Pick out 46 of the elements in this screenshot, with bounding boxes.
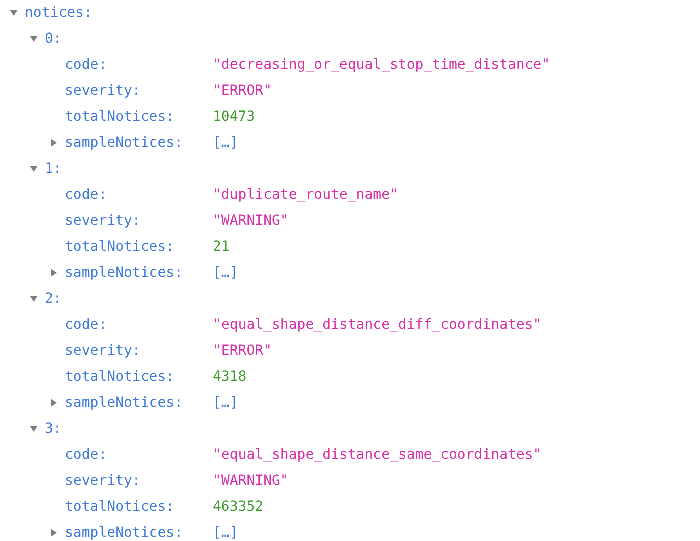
- json-key: totalNotices:: [65, 239, 213, 255]
- json-value: "decreasing_or_equal_stop_time_distance": [213, 57, 550, 73]
- disclosure-icon[interactable]: [29, 424, 39, 434]
- json-key: 3:: [45, 421, 62, 437]
- json-key: 2:: [45, 291, 62, 307]
- json-key: totalNotices:: [65, 369, 213, 385]
- json-value: "WARNING": [213, 213, 289, 229]
- json-value: […]: [213, 525, 238, 541]
- disclosure-icon[interactable]: [29, 34, 39, 44]
- json-key: severity:: [65, 343, 213, 359]
- json-key: sampleNotices:: [65, 395, 213, 411]
- json-value: […]: [213, 395, 238, 411]
- disclosure-icon[interactable]: [29, 164, 39, 174]
- json-value: "equal_shape_distance_diff_coordinates": [213, 317, 542, 333]
- json-value: "ERROR": [213, 343, 272, 359]
- json-key: totalNotices:: [65, 109, 213, 125]
- disclosure-icon[interactable]: [9, 8, 19, 18]
- json-value: "ERROR": [213, 83, 272, 99]
- json-value: "WARNING": [213, 473, 289, 489]
- json-key: sampleNotices:: [65, 265, 213, 281]
- json-value: 4318: [213, 369, 247, 385]
- disclosure-icon[interactable]: [49, 528, 59, 538]
- json-key: code:: [65, 317, 213, 333]
- json-value: "equal_shape_distance_same_coordinates": [213, 447, 542, 463]
- disclosure-icon[interactable]: [29, 294, 39, 304]
- json-key: sampleNotices:: [65, 525, 213, 541]
- json-key: severity:: [65, 473, 213, 489]
- json-key: 0:: [45, 31, 62, 47]
- json-key: code:: [65, 187, 213, 203]
- json-value: 21: [213, 239, 230, 255]
- json-key: totalNotices:: [65, 499, 213, 515]
- disclosure-icon[interactable]: [49, 138, 59, 148]
- json-key: code:: [65, 57, 213, 73]
- json-key: notices:: [25, 5, 92, 21]
- disclosure-icon[interactable]: [49, 268, 59, 278]
- json-value: 10473: [213, 109, 256, 125]
- json-value: […]: [213, 135, 238, 151]
- json-key: severity:: [65, 83, 213, 99]
- json-value: […]: [213, 265, 238, 281]
- json-key: code:: [65, 447, 213, 463]
- json-value: "duplicate_route_name": [213, 187, 398, 203]
- json-key: sampleNotices:: [65, 135, 213, 151]
- json-key: 1:: [45, 161, 62, 177]
- disclosure-icon[interactable]: [49, 398, 59, 408]
- json-key: severity:: [65, 213, 213, 229]
- json-value: 463352: [213, 499, 264, 515]
